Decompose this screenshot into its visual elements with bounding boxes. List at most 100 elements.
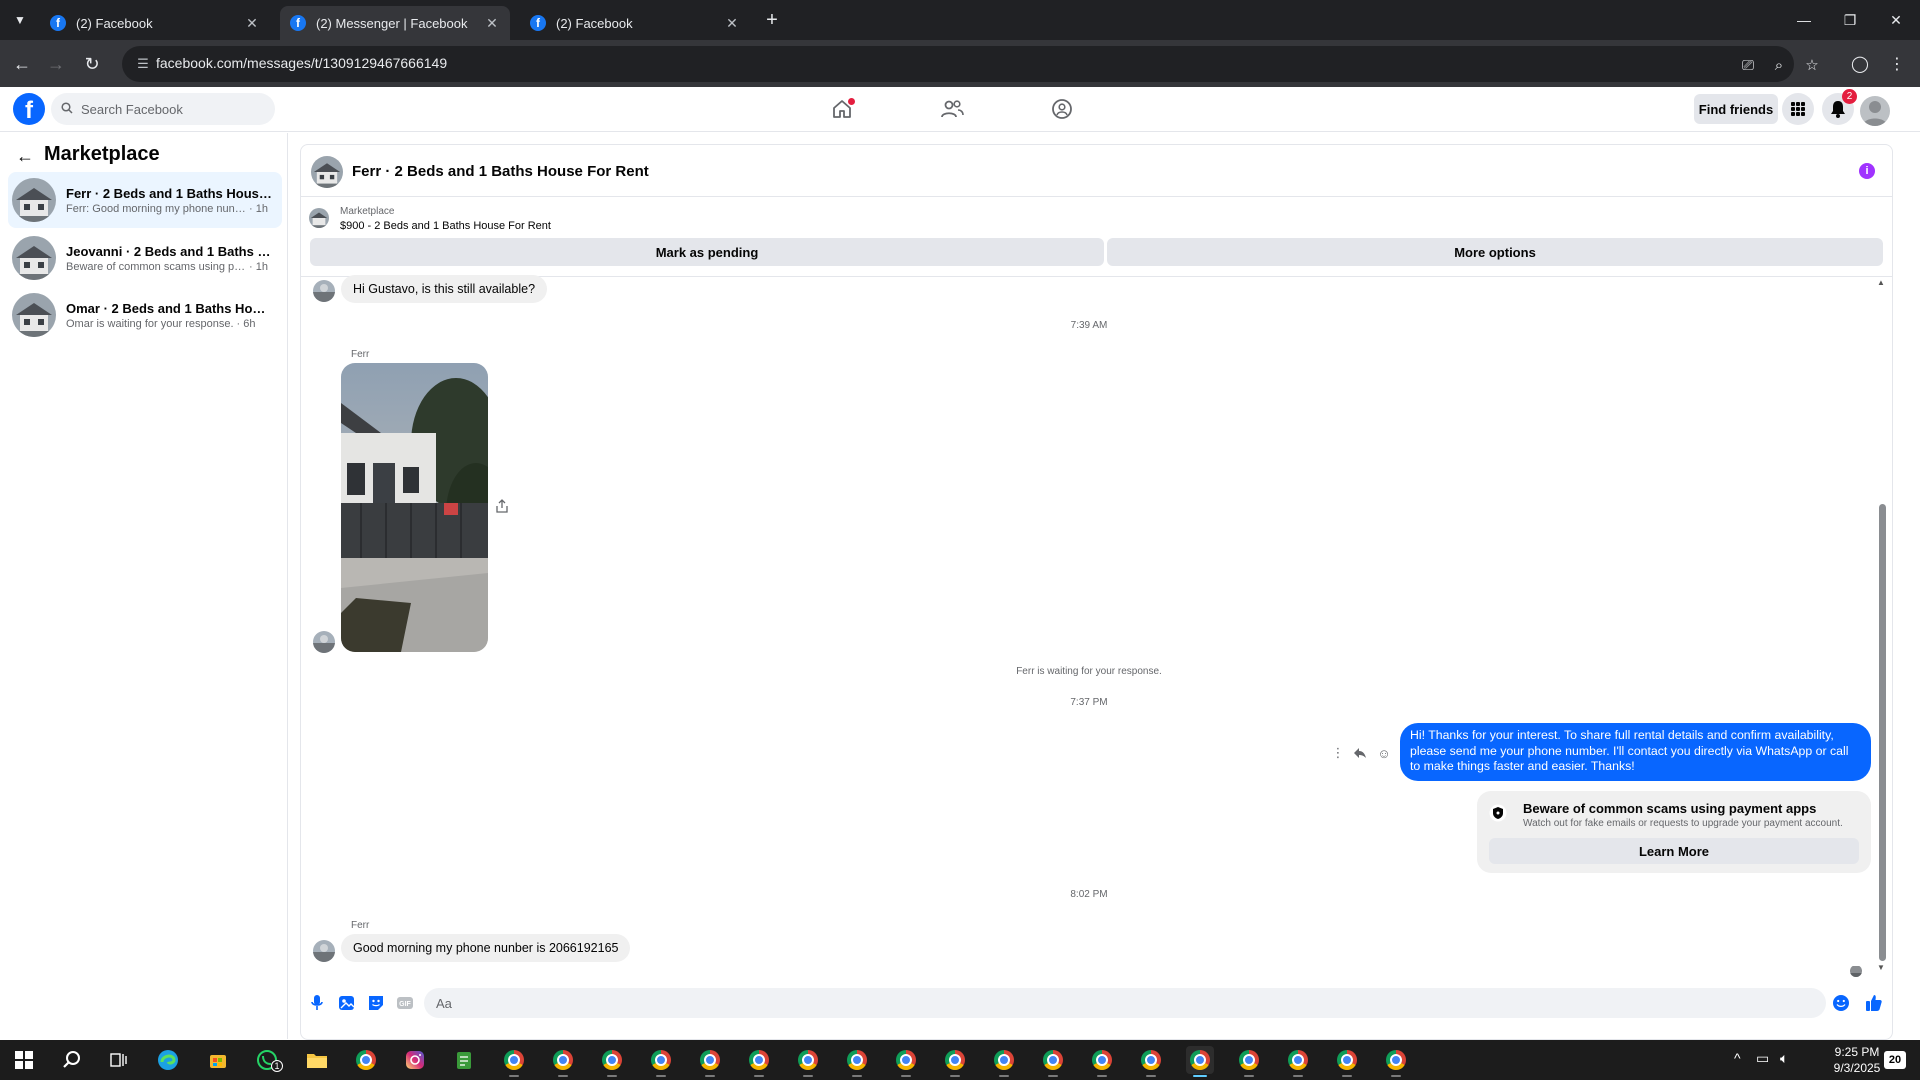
chrome-profile-icon[interactable]	[696, 1046, 724, 1077]
find-friends-button[interactable]: Find friends	[1694, 94, 1778, 124]
file-explorer-icon[interactable]	[303, 1046, 331, 1074]
reload-button[interactable]: ↻	[80, 52, 104, 76]
chrome-profile-icon[interactable]	[892, 1046, 920, 1077]
chrome-profile-icon[interactable]	[647, 1046, 675, 1077]
chrome-profile-icon[interactable]	[1333, 1046, 1361, 1077]
chrome-profile-icon[interactable]	[549, 1046, 577, 1077]
menu-grid-icon[interactable]	[1782, 93, 1814, 125]
task-view-icon[interactable]	[105, 1046, 133, 1074]
chat-scrollbar[interactable]	[1879, 504, 1886, 961]
learn-more-button[interactable]: Learn More	[1489, 838, 1859, 864]
facebook-logo-icon[interactable]: f	[13, 93, 45, 125]
chrome-profile-icon[interactable]	[990, 1046, 1018, 1077]
chat-title[interactable]: Ferr · 2 Beds and 1 Baths House For Rent	[352, 163, 649, 180]
scroll-up-arrow-icon[interactable]: ▲	[1877, 278, 1885, 287]
notification-center-badge[interactable]: 20	[1884, 1051, 1906, 1069]
windows-taskbar: 1 ^ ▭ 🔈︎ 9:25 PM 9/3/2025 20	[0, 1040, 1920, 1080]
zoom-icon[interactable]: ⌕	[1769, 55, 1789, 75]
tab-close-icon[interactable]: ✕	[724, 15, 740, 32]
emoji-icon[interactable]	[1831, 993, 1851, 1013]
instagram-icon[interactable]	[401, 1046, 429, 1074]
more-options-button[interactable]: More options	[1107, 238, 1883, 266]
tab-close-icon[interactable]: ✕	[484, 15, 500, 32]
profile-icon[interactable]: ◯	[1849, 53, 1871, 75]
photo-attach-icon[interactable]	[337, 993, 357, 1013]
search-input[interactable]	[81, 101, 261, 117]
network-icon[interactable]: ▭	[1756, 1050, 1769, 1067]
tray-overflow-icon[interactable]: ^	[1734, 1050, 1741, 1066]
chrome-profile-icon[interactable]	[1284, 1046, 1312, 1077]
chrome-profile-icon[interactable]	[1235, 1046, 1263, 1077]
browser-tab-1[interactable]: f (2) Facebook ✕	[40, 6, 270, 40]
message-composer[interactable]	[424, 988, 1826, 1018]
sticker-icon[interactable]	[366, 993, 386, 1013]
close-window-button[interactable]: ✕	[1876, 6, 1916, 34]
friends-icon[interactable]	[936, 95, 968, 123]
conversation-time: · 1h	[249, 260, 268, 273]
chrome-profile-icon[interactable]	[1039, 1046, 1067, 1077]
more-actions-icon[interactable]: ⋮	[1330, 745, 1346, 761]
restore-button[interactable]: ❐	[1830, 6, 1870, 34]
house-photo[interactable]	[341, 363, 488, 652]
install-app-icon[interactable]: ⎚	[1738, 55, 1758, 75]
browser-tab-2[interactable]: f (2) Messenger | Facebook ✕	[280, 6, 510, 40]
incoming-message[interactable]: Hi Gustavo, is this still available?	[341, 275, 548, 303]
chrome-profile-icon[interactable]	[1088, 1046, 1116, 1077]
gif-icon[interactable]: GIF	[395, 993, 415, 1013]
back-button[interactable]: ←	[10, 52, 34, 76]
react-emoji-icon[interactable]: ☺	[1376, 745, 1392, 761]
edge-browser-icon[interactable]	[154, 1046, 182, 1074]
whatsapp-icon[interactable]: 1	[253, 1046, 283, 1074]
thumbs-up-icon[interactable]	[1864, 993, 1884, 1013]
tab-close-icon[interactable]: ✕	[244, 15, 260, 32]
mark-as-pending-button[interactable]: Mark as pending	[310, 238, 1104, 266]
bookmark-star-icon[interactable]: ☆	[1802, 55, 1822, 75]
facebook-search[interactable]	[51, 93, 275, 125]
groups-icon[interactable]	[1046, 95, 1078, 123]
chrome-profile-icon[interactable]	[500, 1046, 528, 1077]
windows-start-icon[interactable]	[10, 1046, 38, 1074]
volume-icon[interactable]: 🔈︎	[1780, 1050, 1788, 1067]
address-bar[interactable]: ☰ facebook.com/messages/t/13091294676661…	[122, 46, 1819, 82]
browser-tab-3[interactable]: f (2) Facebook ✕	[520, 6, 750, 40]
notification-badge: 2	[1842, 89, 1857, 104]
conversation-item-jeovanni[interactable]: Jeovanni · 2 Beds and 1 Baths Hou... Bew…	[8, 230, 282, 286]
system-clock[interactable]: 9:25 PM 9/3/2025	[1825, 1044, 1889, 1076]
svg-text:GIF: GIF	[399, 1001, 411, 1008]
outgoing-message[interactable]: Hi! Thanks for your interest. To share f…	[1400, 723, 1871, 781]
chrome-profile-icon[interactable]	[1137, 1046, 1165, 1077]
microsoft-store-icon[interactable]	[204, 1046, 232, 1074]
message-input[interactable]	[436, 995, 1736, 1011]
conversation-item-ferr[interactable]: Ferr · 2 Beds and 1 Baths House Fo... Fe…	[8, 172, 282, 228]
chrome-profile-icon[interactable]	[941, 1046, 969, 1077]
new-tab-button[interactable]: +	[760, 8, 784, 32]
back-arrow-icon[interactable]: ←	[14, 145, 36, 167]
chrome-icon[interactable]	[352, 1046, 380, 1074]
listing-thumbnail[interactable]	[311, 156, 343, 188]
minimize-button[interactable]: —	[1784, 6, 1824, 34]
scroll-down-arrow-icon[interactable]: ▼	[1877, 963, 1885, 972]
tab-search-button[interactable]: ▼	[8, 8, 32, 32]
chrome-profile-icon[interactable]	[1382, 1046, 1410, 1077]
share-icon[interactable]	[496, 499, 510, 515]
browser-menu-icon[interactable]: ⋮	[1886, 53, 1908, 75]
microphone-icon[interactable]	[307, 993, 327, 1013]
listing-title[interactable]: $900 - 2 Beds and 1 Baths House For Rent	[340, 220, 551, 232]
account-avatar[interactable]	[1860, 96, 1890, 126]
facebook-favicon-icon: f	[50, 15, 66, 31]
chrome-profile-icon[interactable]	[794, 1046, 822, 1077]
incoming-message[interactable]: Good morning my phone nunber is 20661921…	[341, 934, 631, 962]
reply-icon[interactable]	[1352, 745, 1368, 761]
chrome-profile-icon-active[interactable]	[1186, 1046, 1214, 1077]
sender-avatar	[313, 631, 335, 653]
chrome-profile-icon[interactable]	[843, 1046, 871, 1077]
search-icon[interactable]	[58, 1046, 86, 1074]
site-info-icon[interactable]: ☰	[134, 55, 152, 73]
notepad-icon[interactable]	[450, 1046, 478, 1074]
forward-button[interactable]: →	[44, 52, 68, 76]
chrome-profile-icon[interactable]	[745, 1046, 773, 1077]
conversation-item-omar[interactable]: Omar · 2 Beds and 1 Baths House F... Oma…	[8, 287, 282, 343]
chrome-profile-icon[interactable]	[598, 1046, 626, 1077]
info-icon[interactable]: i	[1859, 163, 1875, 179]
conversation-time: · 6h	[236, 317, 256, 330]
